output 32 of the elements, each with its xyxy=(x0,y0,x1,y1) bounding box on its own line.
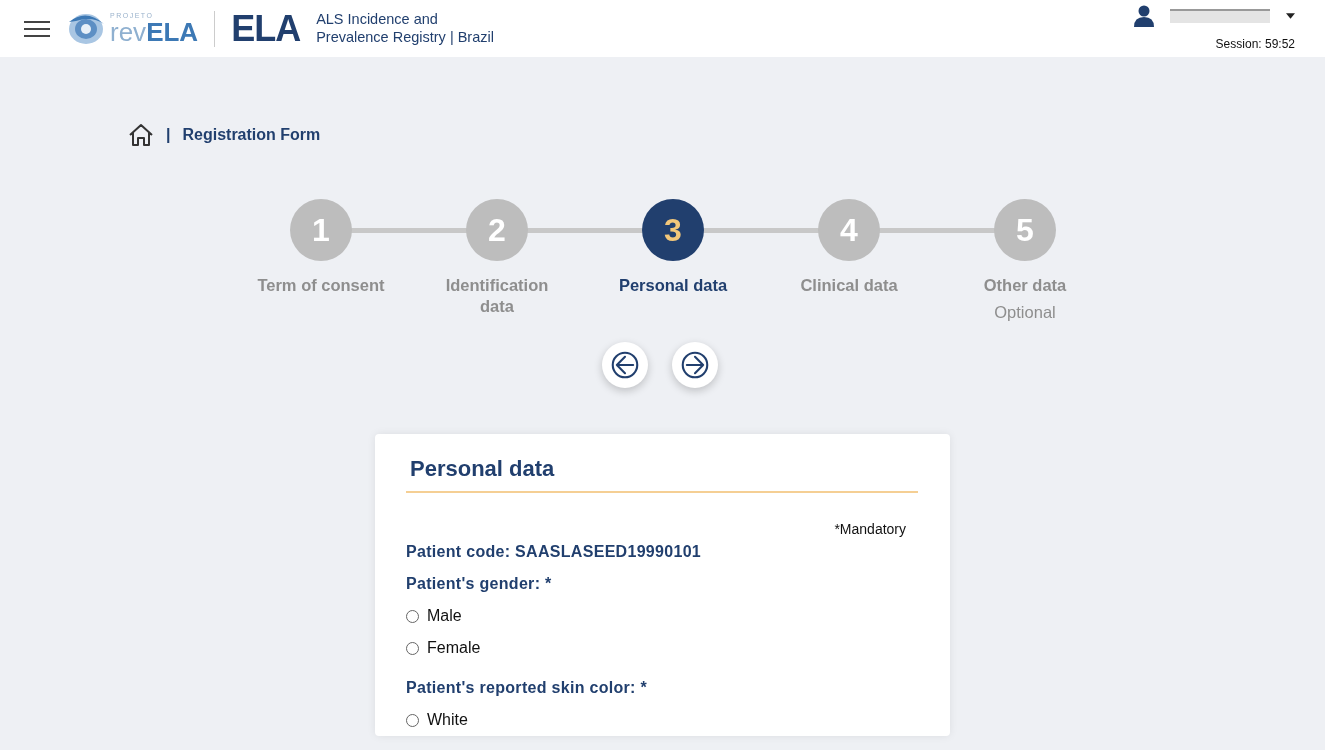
step-note: Optional xyxy=(994,301,1056,323)
step-label: Clinical data xyxy=(799,275,899,296)
question-label: Patient's gender: * xyxy=(406,574,553,595)
brand-logo: ELA xyxy=(231,6,301,51)
mandatory-note: *Mandatory xyxy=(833,520,907,540)
step-label: Term of consent xyxy=(256,275,386,296)
home-icon[interactable] xyxy=(128,123,154,147)
step-number[interactable]: 3 xyxy=(642,199,704,261)
breadcrumb-current: Registration Form xyxy=(182,125,321,145)
form-title: Personal data xyxy=(406,452,918,494)
step-number[interactable]: 5 xyxy=(994,199,1056,261)
step-label: Identification data xyxy=(444,275,550,317)
subtitle-text: Prevalence Registry | Brazil xyxy=(316,28,494,46)
step-label: Personal data xyxy=(617,275,729,296)
step-number[interactable]: 1 xyxy=(290,199,352,261)
user-icon[interactable] xyxy=(1134,4,1154,27)
breadcrumb-separator: | xyxy=(166,125,171,145)
option-label: White xyxy=(427,710,468,731)
question-label: Patient's reported skin color: * xyxy=(406,678,648,699)
step-number[interactable]: 2 xyxy=(466,199,528,261)
option-label: Male xyxy=(427,606,462,627)
back-button[interactable] xyxy=(602,342,648,389)
patient-code: Patient code: SAASLASEED19990101 xyxy=(406,542,703,563)
session-timer: Session: 59:52 xyxy=(1215,35,1295,53)
caret-icon[interactable] xyxy=(1286,12,1295,19)
step-number[interactable]: 4 xyxy=(818,199,880,261)
step-label: Other data xyxy=(982,275,1068,296)
subtitle-text: ALS Incidence and xyxy=(316,11,439,29)
logo-text: revELA xyxy=(110,19,199,45)
globe-logo-icon xyxy=(66,11,106,46)
option-label: Female xyxy=(427,638,481,659)
next-button[interactable] xyxy=(672,342,718,389)
